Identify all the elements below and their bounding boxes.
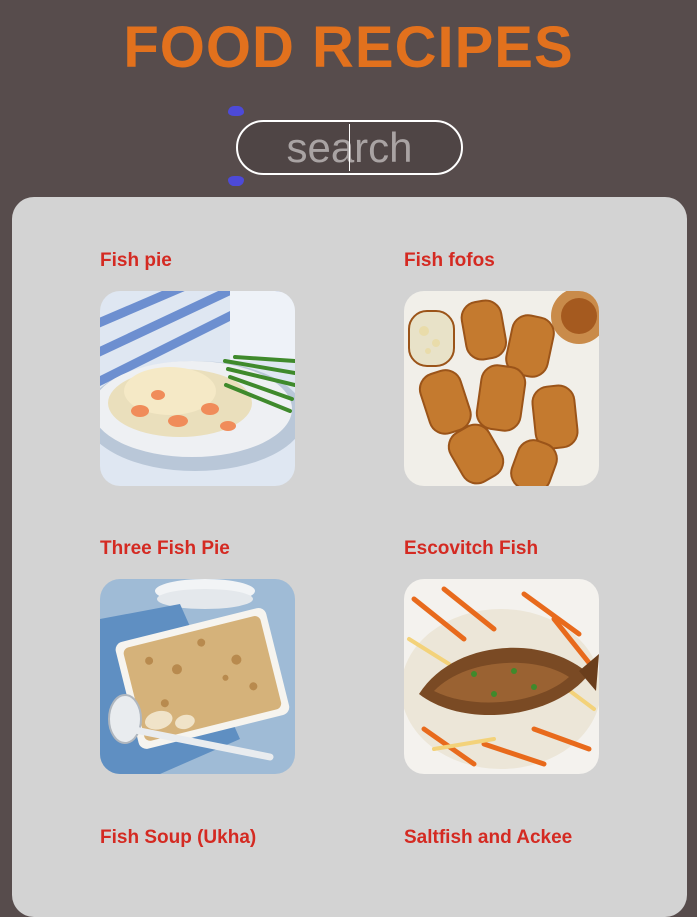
three-fish-pie-photo[interactable] (100, 579, 295, 774)
fish-pie-photo[interactable] (100, 291, 295, 486)
recipe-title[interactable]: Fish Soup (Ukha) (100, 826, 300, 850)
recipe-title[interactable]: Saltfish and Ackee (404, 826, 604, 850)
recipe-title[interactable]: Escovitch Fish (404, 537, 604, 561)
escovitch-fish-photo[interactable] (404, 579, 599, 774)
recipe-card[interactable]: Fish fofos (404, 249, 604, 486)
recipe-title[interactable]: Fish pie (100, 249, 300, 273)
app-title: FOOD RECIPES (123, 15, 574, 80)
recipe-card[interactable]: Three Fish Pie (100, 537, 300, 774)
recipe-title[interactable]: Three Fish Pie (100, 537, 300, 561)
recipe-card[interactable]: Fish Soup (Ukha) (100, 826, 300, 850)
recipe-title[interactable]: Fish fofos (404, 249, 604, 273)
recipe-card[interactable]: Escovitch Fish (404, 537, 604, 774)
search-box[interactable] (228, 106, 463, 186)
selection-handle-top[interactable] (228, 106, 244, 116)
selection-handle-bottom[interactable] (228, 176, 244, 186)
text-caret (349, 124, 350, 171)
fish-fofos-photo[interactable] (404, 291, 599, 486)
recipe-card[interactable]: Saltfish and Ackee (404, 826, 604, 850)
recipe-results-panel: Fish pie Fish fofos Three Fish Pie Escov… (12, 197, 687, 917)
recipe-card[interactable]: Fish pie (100, 249, 300, 486)
